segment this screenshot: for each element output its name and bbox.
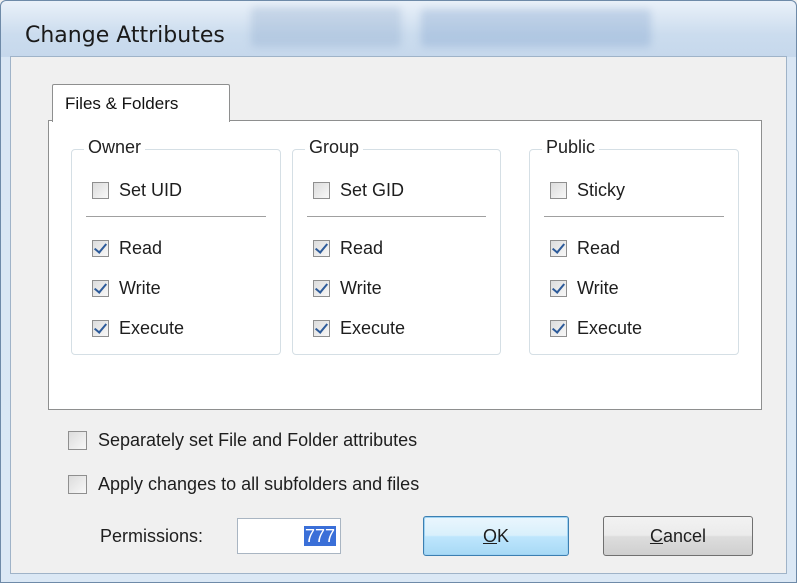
group-title: Group <box>305 137 364 158</box>
public-write-checkbox[interactable]: Write <box>550 276 619 300</box>
window-title: Change Attributes <box>25 23 225 48</box>
owner-group: Owner Set UID Read Write Execute <box>71 137 281 355</box>
checkbox-box[interactable] <box>92 181 109 199</box>
checkbox-label: Apply changes to all subfolders and file… <box>98 473 420 494</box>
checkbox-label: Write <box>340 277 382 298</box>
checkbox-label: Set GID <box>340 179 405 200</box>
group-read-checkbox[interactable]: Read <box>313 236 383 260</box>
separator <box>86 216 266 218</box>
ok-label-rest: K <box>497 526 510 546</box>
checkbox-box[interactable] <box>313 279 330 297</box>
checkbox-box[interactable] <box>68 474 87 494</box>
public-execute-checkbox[interactable]: Execute <box>550 316 642 340</box>
checkbox-box[interactable] <box>92 319 109 337</box>
checkbox-label: Write <box>577 277 619 298</box>
sticky-checkbox[interactable]: Sticky <box>550 178 625 202</box>
permissions-label: Permissions: <box>100 526 204 546</box>
separator <box>307 216 486 218</box>
cancel-button[interactable]: Cancel <box>603 516 753 556</box>
owner-write-checkbox[interactable]: Write <box>92 276 161 300</box>
checkbox-label: Execute <box>119 317 185 338</box>
background-blur <box>251 7 401 47</box>
permissions-input[interactable]: 777 <box>237 518 341 554</box>
owner-read-checkbox[interactable]: Read <box>92 236 162 260</box>
set-uid-checkbox[interactable]: Set UID <box>92 178 182 202</box>
checkbox-label: Sticky <box>577 179 626 200</box>
checkbox-box[interactable] <box>313 239 330 257</box>
title-bar[interactable]: Change Attributes <box>1 1 796 57</box>
checkbox-box[interactable] <box>550 239 567 257</box>
tab-panel: Owner Set UID Read Write Execute Group S… <box>48 120 762 410</box>
public-read-checkbox[interactable]: Read <box>550 236 620 260</box>
checkbox-label: Execute <box>577 317 643 338</box>
checkbox-label: Separately set File and Folder attribute… <box>98 429 418 450</box>
background-blur <box>421 9 651 47</box>
separate-attributes-checkbox[interactable]: Separately set File and Folder attribute… <box>68 427 417 453</box>
tab-files-folders[interactable]: Files & Folders <box>52 84 230 122</box>
checkbox-label: Execute <box>340 317 406 338</box>
group-write-checkbox[interactable]: Write <box>313 276 382 300</box>
group-title: Owner <box>84 137 146 158</box>
separator <box>544 216 724 218</box>
group-title: Public <box>542 137 600 158</box>
cancel-label-rest: ancel <box>662 526 707 546</box>
checkbox-label: Read <box>340 237 384 258</box>
public-group: Public Sticky Read Write Execute <box>529 137 739 355</box>
checkbox-box[interactable] <box>550 319 567 337</box>
checkbox-label: Set UID <box>119 179 183 200</box>
owner-execute-checkbox[interactable]: Execute <box>92 316 184 340</box>
checkbox-label: Write <box>119 277 161 298</box>
checkbox-box[interactable] <box>313 319 330 337</box>
group-group: Group Set GID Read Write Execute <box>292 137 501 355</box>
checkbox-box[interactable] <box>92 279 109 297</box>
checkbox-label: Read <box>577 237 621 258</box>
checkbox-box[interactable] <box>550 181 567 199</box>
checkbox-box[interactable] <box>550 279 567 297</box>
ok-button[interactable]: OK <box>423 516 569 556</box>
checkbox-box[interactable] <box>68 430 87 450</box>
checkbox-box[interactable] <box>92 239 109 257</box>
cancel-access-key: C <box>649 526 663 546</box>
set-gid-checkbox[interactable]: Set GID <box>313 178 404 202</box>
group-execute-checkbox[interactable]: Execute <box>313 316 405 340</box>
checkbox-label: Read <box>119 237 163 258</box>
permissions-value: 777 <box>303 526 336 546</box>
apply-recursive-checkbox[interactable]: Apply changes to all subfolders and file… <box>68 471 419 497</box>
ok-access-key: O <box>482 526 497 546</box>
checkbox-box[interactable] <box>313 181 330 199</box>
